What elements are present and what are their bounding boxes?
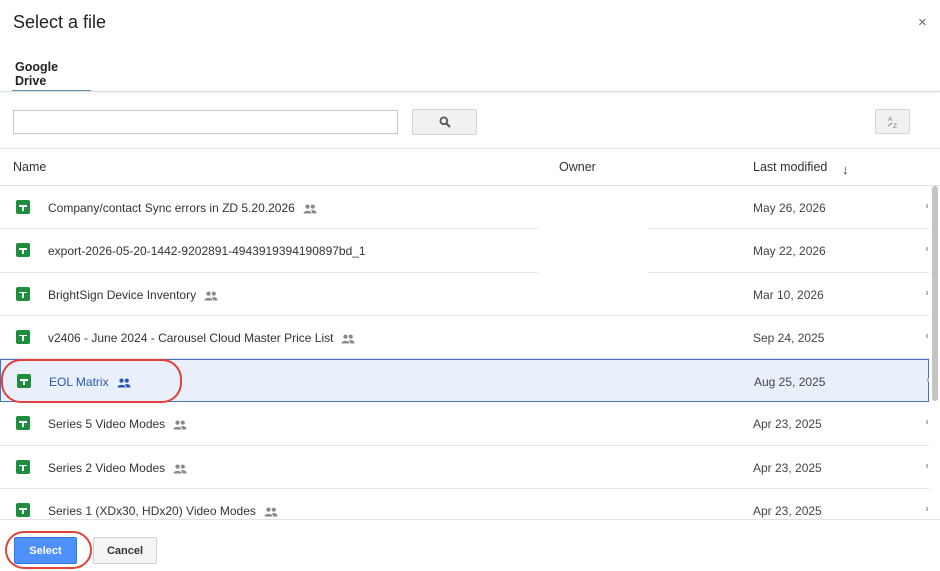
table-row[interactable]: EOL Matrix Aug 25, 2025	[0, 359, 929, 403]
table-row[interactable]: Series 2 Video Modes Apr 23, 2025	[0, 446, 929, 490]
last-modified-date: Apr 23, 2025	[753, 504, 822, 519]
more-options-icon[interactable]	[926, 247, 928, 252]
shared-people-icon	[173, 464, 187, 474]
more-options-icon[interactable]	[926, 333, 928, 338]
sort-az-icon: A Z	[887, 116, 897, 130]
spreadsheet-icon	[16, 243, 30, 258]
last-modified-date: Sep 24, 2025	[753, 330, 825, 345]
svg-text:A: A	[888, 116, 893, 123]
select-button[interactable]: Select	[14, 537, 77, 564]
spreadsheet-icon	[16, 286, 30, 301]
last-modified-date: Aug 25, 2025	[754, 375, 826, 390]
shared-people-icon	[204, 291, 218, 301]
table-row[interactable]: BrightSign Device Inventory Mar 10, 2026	[0, 273, 929, 316]
spreadsheet-icon	[16, 329, 30, 344]
file-name: BrightSign Device Inventory	[48, 288, 218, 302]
cancel-button[interactable]: Cancel	[93, 537, 157, 564]
file-name: v2406 - June 2024 - Carousel Cloud Maste…	[48, 331, 355, 345]
spreadsheet-icon	[16, 200, 30, 214]
more-options-icon[interactable]	[926, 420, 928, 425]
column-name-header[interactable]: Name	[13, 160, 46, 174]
table-row[interactable]: Company/contact Sync errors in ZD 5.20.2…	[0, 186, 929, 230]
spreadsheet-icon	[16, 459, 30, 474]
spreadsheet-icon	[16, 416, 30, 431]
shared-people-icon	[173, 420, 187, 430]
file-name: Series 2 Video Modes	[48, 461, 187, 475]
file-name-text: export-2026-05-20-1442-9202891-494391939…	[48, 244, 366, 259]
spreadsheet-icon	[17, 374, 31, 389]
more-options-icon[interactable]	[926, 507, 928, 512]
last-modified-date: Apr 23, 2025	[753, 460, 822, 475]
file-picker-dialog: Select a file × Google Drive A Z Name Ow…	[0, 0, 940, 571]
column-owner-header[interactable]: Owner	[559, 160, 596, 174]
sort-arrow-icon[interactable]: ↓	[842, 162, 849, 177]
file-name: EOL Matrix	[49, 375, 131, 389]
more-options-icon[interactable]	[926, 204, 928, 208]
last-modified-date: May 22, 2026	[753, 244, 826, 259]
shared-people-icon	[117, 378, 131, 388]
table-row[interactable]: v2406 - June 2024 - Carousel Cloud Maste…	[0, 316, 929, 360]
table-header: Name Owner Last modified ↓	[0, 148, 940, 186]
file-name: Series 1 (XDx30, HDx20) Video Modes	[48, 504, 278, 518]
file-name-text: Series 5 Video Modes	[48, 417, 166, 432]
last-modified-date: Mar 10, 2026	[753, 287, 824, 302]
file-name-text: v2406 - June 2024 - Carousel Cloud Maste…	[48, 330, 334, 345]
tab-google-drive[interactable]: Google Drive	[12, 60, 91, 91]
search-icon	[439, 116, 451, 128]
shared-people-icon	[341, 334, 355, 344]
dialog-title: Select a file	[13, 12, 107, 32]
tab-divider	[0, 91, 940, 92]
svg-text:Z: Z	[893, 123, 897, 130]
file-name: Series 5 Video Modes	[48, 417, 187, 431]
search-button[interactable]	[412, 109, 477, 135]
table-row[interactable]: Series 1 (XDx30, HDx20) Video Modes Apr 2…	[0, 489, 929, 519]
search-input[interactable]	[13, 110, 398, 134]
shared-people-icon	[264, 507, 278, 517]
table-row[interactable]: Series 5 Video Modes Apr 23, 2025	[0, 402, 929, 446]
file-name-text: Series 1 (XDx30, HDx20) Video Modes	[48, 504, 256, 519]
table-row[interactable]: export-2026-05-20-1442-9202891-494391939…	[0, 229, 929, 273]
spreadsheet-icon	[16, 503, 30, 518]
file-name: Company/contact Sync errors in ZD 5.20.2…	[48, 201, 317, 215]
close-icon[interactable]: ×	[918, 14, 927, 31]
owner-column-redaction	[538, 186, 648, 314]
last-modified-date: Apr 23, 2025	[753, 417, 822, 432]
file-name-text: Company/contact Sync errors in ZD 5.20.2…	[48, 201, 295, 215]
more-options-icon[interactable]	[927, 378, 929, 383]
file-name-text: BrightSign Device Inventory	[48, 287, 197, 302]
last-modified-date: May 26, 2026	[753, 201, 826, 215]
more-options-icon[interactable]	[926, 463, 928, 468]
more-options-icon[interactable]	[926, 290, 928, 295]
shared-people-icon	[303, 204, 317, 214]
scrollbar[interactable]	[932, 186, 938, 401]
file-name-text: EOL Matrix	[49, 375, 109, 390]
file-name: export-2026-05-20-1442-9202891-494391939…	[48, 244, 366, 258]
column-last-modified-header[interactable]: Last modified	[753, 160, 827, 174]
sort-az-button[interactable]: A Z	[875, 109, 910, 134]
file-name-text: Series 2 Video Modes	[48, 460, 166, 475]
file-list: Company/contact Sync errors in ZD 5.20.2…	[0, 186, 929, 519]
